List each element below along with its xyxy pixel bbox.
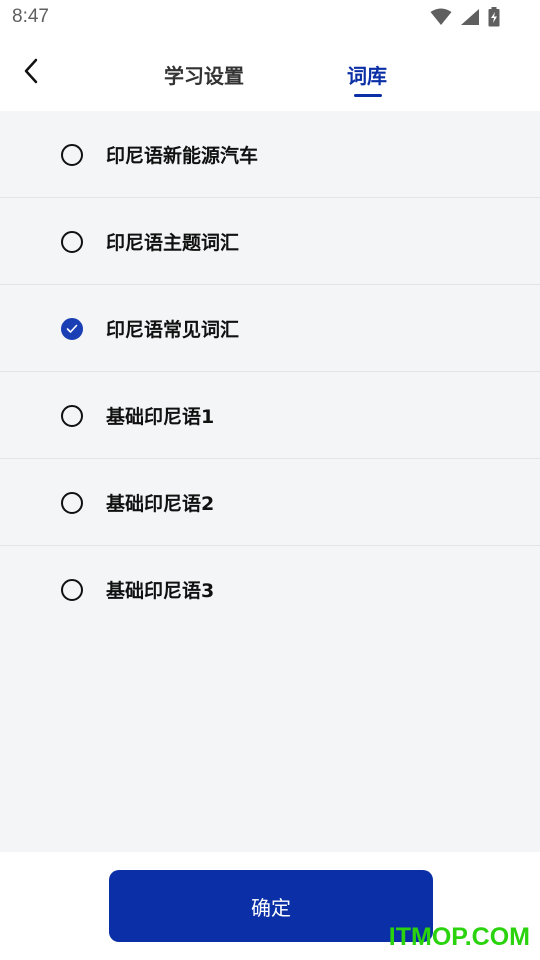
radio-button[interactable]	[61, 144, 83, 166]
back-button[interactable]	[14, 56, 48, 90]
battery-charging-icon	[488, 7, 500, 31]
wifi-icon	[430, 8, 452, 30]
list-item-label: 基础印尼语3	[106, 580, 215, 602]
cellular-signal-icon	[460, 8, 480, 30]
list-item[interactable]: 基础印尼语1	[0, 372, 540, 459]
list-item[interactable]: 基础印尼语2	[0, 459, 540, 546]
status-bar: 8:47	[0, 0, 540, 36]
tab-study-settings[interactable]: 学习设置	[164, 60, 244, 89]
status-icons	[430, 7, 500, 31]
confirm-button[interactable]: 确定	[109, 870, 433, 942]
checkmark-icon	[66, 324, 78, 333]
list-item[interactable]: 印尼语常见词汇	[0, 285, 540, 372]
status-time: 8:47	[12, 6, 49, 27]
chevron-left-icon	[23, 58, 39, 88]
header: 学习设置 词库	[0, 36, 540, 111]
list-item[interactable]: 印尼语新能源汽车	[0, 111, 540, 198]
radio-button-selected[interactable]	[61, 318, 83, 340]
radio-button[interactable]	[61, 492, 83, 514]
list-item-label: 印尼语常见词汇	[106, 319, 240, 341]
tab-word-bank[interactable]: 词库	[347, 60, 387, 89]
list-item[interactable]: 印尼语主题词汇	[0, 198, 540, 285]
list-item-label: 基础印尼语1	[106, 406, 215, 428]
list-item-label: 印尼语新能源汽车	[106, 145, 259, 167]
radio-button[interactable]	[61, 405, 83, 427]
watermark: ITMOP.COM	[388, 923, 530, 951]
list-item[interactable]: 基础印尼语3	[0, 546, 540, 632]
word-bank-list: 印尼语新能源汽车 印尼语主题词汇 印尼语常见词汇 基础印尼语1 基础印尼语2 基…	[0, 111, 540, 852]
list-item-label: 印尼语主题词汇	[106, 232, 240, 254]
radio-button[interactable]	[61, 579, 83, 601]
list-item-label: 基础印尼语2	[106, 493, 215, 515]
radio-button[interactable]	[61, 231, 83, 253]
active-tab-indicator	[354, 94, 382, 97]
